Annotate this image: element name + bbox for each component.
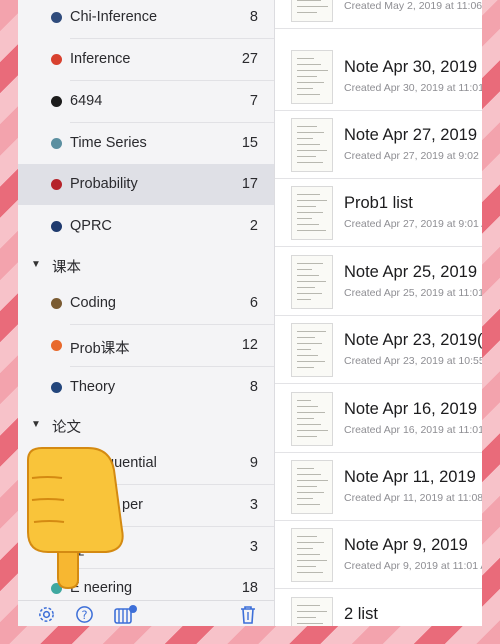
note-row[interactable]: 2 list (275, 589, 482, 626)
note-row[interactable]: Prob1 list Created Apr 27, 2019 at 9:01 A (275, 178, 482, 247)
category-color-dot (51, 138, 62, 149)
note-title: Note Apr 30, 2019 (344, 58, 478, 76)
note-thumbnail (291, 460, 333, 514)
question-icon[interactable]: ? (75, 605, 94, 626)
category-count: 8 (249, 9, 258, 25)
category-item-probability[interactable]: Probability 17 (18, 164, 274, 205)
category-color-dot (51, 54, 62, 65)
svg-text:?: ? (81, 608, 87, 622)
category-label: Time Series (70, 135, 147, 151)
category-count: 12 (241, 337, 258, 353)
note-created-date: Created May 2, 2019 at 11:06 (344, 0, 482, 12)
category-color-dot (51, 382, 62, 393)
category-item-time-series[interactable]: Time Series 15 (18, 123, 274, 164)
disclosure-triangle-icon[interactable]: ▼ (31, 419, 41, 430)
category-color-dot (51, 340, 62, 351)
category-item-prob-textbook[interactable]: Prob课本 12 (18, 325, 274, 366)
note-created-date: Created Apr 27, 2019 at 9:01 A (344, 218, 482, 230)
category-count: 6 (249, 295, 258, 311)
note-row[interactable]: Note Apr 9, 2019 Created Apr 9, 2019 at 1… (275, 520, 482, 589)
disclosure-triangle-icon[interactable]: ▼ (31, 259, 41, 270)
note-thumbnail (291, 186, 333, 240)
category-item-inference[interactable]: Inference 27 (18, 39, 274, 80)
note-title: Note Apr 16, 2019 (344, 400, 478, 418)
category-color-dot (51, 96, 62, 107)
note-title: Note Apr 23, 2019( (344, 331, 482, 349)
category-item-theory[interactable]: Theory 8 (18, 367, 274, 408)
category-count: 27 (241, 51, 258, 67)
group-header-papers[interactable]: ▼ 论文 (18, 407, 274, 443)
note-thumbnail (291, 323, 333, 377)
note-created-date: Created Apr 9, 2019 at 11:01 A (344, 560, 482, 572)
gear-icon[interactable] (37, 605, 56, 626)
category-count: 15 (241, 135, 258, 151)
group-header-textbook[interactable]: ▼ 课本 (18, 247, 274, 283)
group-label: 论文 (52, 420, 81, 436)
trash-icon[interactable] (239, 605, 257, 626)
note-title: Note Apr 11, 2019 (344, 468, 476, 486)
category-count: 9 (249, 455, 258, 471)
note-title: 2 list (344, 605, 378, 623)
category-item-qprc[interactable]: QPRC 2 (18, 206, 274, 247)
note-thumbnail (291, 528, 333, 582)
category-label: QPRC (70, 218, 112, 234)
category-item-coding[interactable]: Coding 6 (18, 283, 274, 324)
category-label: Chi-Inference (70, 9, 158, 25)
category-color-dot (51, 298, 62, 309)
note-created-date: Created Apr 11, 2019 at 11:08 (344, 492, 482, 504)
category-count: 17 (241, 176, 258, 192)
note-created-date: Created Apr 23, 2019 at 10:55 (344, 355, 482, 367)
category-item[interactable]: Chi-Inference 8 (18, 0, 274, 38)
category-label: Theory (70, 379, 116, 395)
category-count: 2 (249, 218, 258, 234)
note-row[interactable]: Note Apr 30, 2019 Created Apr 30, 2019 at… (275, 42, 482, 111)
note-thumbnail (291, 392, 333, 446)
note-thumbnail (291, 597, 333, 626)
note-thumbnail (291, 118, 333, 172)
note-created-date: Created Apr 16, 2019 at 11:01 (344, 424, 482, 436)
pointing-finger-icon (27, 447, 124, 590)
group-label: 课本 (52, 260, 81, 276)
note-row[interactable]: Note Apr 16, 2019 Created Apr 16, 2019 at… (275, 384, 482, 453)
sidebar-toolbar: ? (18, 600, 274, 626)
folder-add-icon[interactable] (114, 605, 138, 626)
category-count: 18 (241, 580, 258, 596)
note-thumbnail (291, 0, 333, 22)
category-color-dot (51, 179, 62, 190)
category-label: Prob课本 (70, 341, 130, 357)
category-count: 3 (249, 539, 258, 555)
note-title: Note Apr 27, 2019 (344, 126, 478, 144)
note-row[interactable]: Created May 2, 2019 at 11:06 (275, 0, 482, 29)
category-label: Inference (70, 51, 131, 67)
note-title: Note Apr 9, 2019 (344, 536, 468, 554)
category-item-6494[interactable]: 6494 7 (18, 81, 274, 122)
note-row[interactable]: Note Apr 27, 2019 Created Apr 27, 2019 at… (275, 110, 482, 179)
note-row[interactable]: Note Apr 25, 2019 Created Apr 25, 2019 at… (275, 247, 482, 316)
note-created-date: Created Apr 30, 2019 at 11:01 (344, 82, 482, 94)
notes-list: Created May 2, 2019 at 11:06 Note Apr 30,… (275, 0, 482, 626)
category-count: 8 (249, 379, 258, 395)
note-thumbnail (291, 50, 333, 104)
note-title: Note Apr 25, 2019 (344, 263, 478, 281)
category-label: Coding (70, 295, 116, 311)
note-created-date: Created Apr 25, 2019 at 11:01 (344, 287, 482, 299)
note-title: Prob1 list (344, 194, 413, 212)
note-row[interactable]: Note Apr 23, 2019( Created Apr 23, 2019 a… (275, 315, 482, 384)
category-color-dot (51, 221, 62, 232)
category-label: Probability (70, 176, 138, 192)
category-count: 3 (249, 497, 258, 513)
note-created-date: Created Apr 27, 2019 at 9:02 (344, 150, 479, 162)
category-label: 6494 (70, 93, 103, 109)
category-color-dot (51, 12, 62, 23)
category-count: 7 (249, 93, 258, 109)
note-thumbnail (291, 255, 333, 309)
note-row[interactable]: Note Apr 11, 2019 Created Apr 11, 2019 at… (275, 452, 482, 521)
